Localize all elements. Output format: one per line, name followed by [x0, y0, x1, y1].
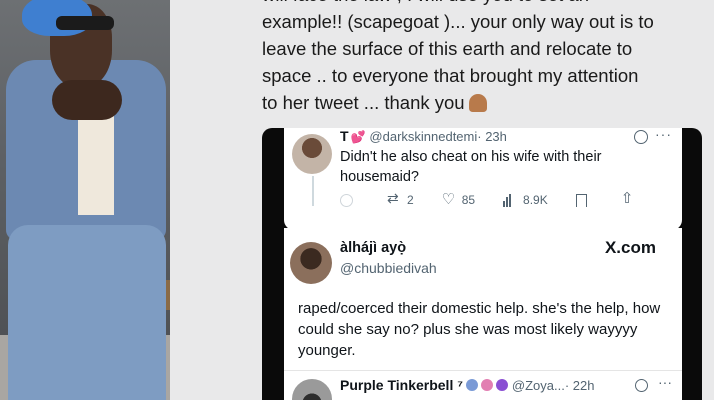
caption-line: will face the law , I will use you to se…: [262, 0, 702, 8]
bookmark-icon: [575, 193, 587, 207]
tweet-text: raped/coerced their domestic help. she's…: [298, 300, 661, 359]
fairy-emoji-icon: [466, 379, 478, 391]
purple-heart-icon: [496, 379, 508, 391]
grok-icon[interactable]: [634, 130, 648, 144]
more-options-icon[interactable]: ···: [655, 128, 672, 142]
avatar[interactable]: [292, 134, 332, 174]
avatar[interactable]: [292, 379, 332, 400]
retweet-button[interactable]: 2: [387, 190, 414, 207]
tweet-time: · 23h: [477, 129, 507, 144]
tweet-author[interactable]: T 💕 @darkskinnedtemi· 23h: [340, 128, 507, 144]
caption-line: leave the surface of this earth and relo…: [262, 38, 633, 59]
thread-connector: [312, 176, 314, 206]
post-caption: will face the law , I will use you to se…: [262, 0, 702, 116]
tweet-handle[interactable]: @chubbiedivah: [340, 260, 437, 276]
avatar[interactable]: [290, 242, 332, 284]
view-count: 8.9K: [523, 193, 548, 207]
tweet-actions: 2 85 8.9K: [340, 188, 670, 212]
like-button[interactable]: 85: [442, 190, 476, 208]
tweet-handle[interactable]: @darkskinnedtemi: [369, 129, 477, 144]
quoted-tweet[interactable]: àlhájì ayọ̀ @chubbiedivah X.com raped/co…: [284, 228, 682, 370]
ribbon-emoji-icon: [481, 379, 493, 391]
grok-icon[interactable]: [635, 379, 648, 392]
heart-icon: [442, 190, 456, 208]
tweet-screenshot: T 💕 @darkskinnedtemi· 23h ··· Didn't he a…: [262, 128, 702, 400]
praying-hands-icon: [468, 94, 487, 112]
caption-line: to her tweet ... thank you: [262, 89, 702, 116]
heart-emoji-icon: 💕: [350, 130, 366, 144]
profile-photo: [0, 0, 170, 400]
reply-button[interactable]: [340, 193, 359, 207]
tweet-reply[interactable]: Purple Tinkerbell ⁷ @Zoya...· 22h ···: [284, 370, 682, 400]
caption-line: space .. to everyone that brought my att…: [262, 65, 639, 86]
tweet-author[interactable]: àlhájì ayọ̀: [340, 240, 406, 256]
views-button[interactable]: 8.9K: [503, 193, 548, 207]
bar-chart-icon: [503, 193, 517, 207]
bookmark-button[interactable]: [575, 193, 593, 207]
reply-icon: [340, 193, 353, 207]
share-icon: [621, 189, 635, 207]
tweet-text: Didn't he also cheat on his wife with th…: [340, 149, 602, 185]
share-button[interactable]: [621, 189, 641, 207]
tweet-time: · 22h: [564, 378, 595, 393]
tweet-reply[interactable]: T 💕 @darkskinnedtemi· 23h ··· Didn't he a…: [284, 128, 682, 230]
more-options-icon[interactable]: ···: [658, 374, 672, 390]
tweet-handle[interactable]: @Zoya...: [512, 378, 565, 393]
retweet-count: 2: [407, 193, 414, 207]
caption-line: example!! (scapegoat )... your only way …: [262, 11, 654, 32]
like-count: 85: [461, 193, 476, 207]
tweet-author[interactable]: Purple Tinkerbell ⁷ @Zoya...· 22h: [340, 377, 594, 393]
retweet-icon: [387, 190, 401, 207]
x-watermark: X.com: [604, 238, 656, 257]
